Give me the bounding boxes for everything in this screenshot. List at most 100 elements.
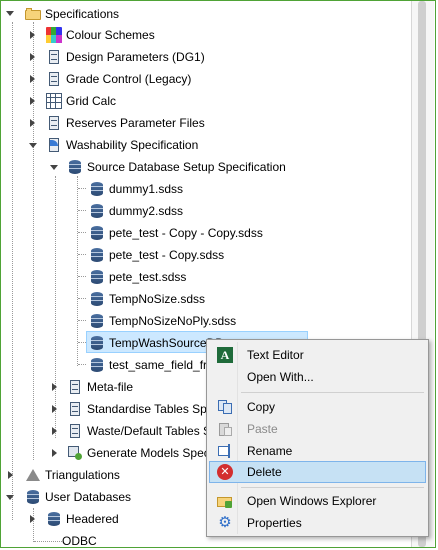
tree-node-label: User Databases <box>45 490 132 504</box>
tree-node-file[interactable]: dummy2.sdss <box>89 200 183 222</box>
menu-item-properties[interactable]: ⚙ Properties <box>209 512 426 534</box>
text-editor-icon: A <box>217 347 233 363</box>
tree-node-grade-control[interactable]: Grade Control (Legacy) <box>46 68 191 90</box>
expand-arrow-icon[interactable] <box>6 11 14 16</box>
tree-node-waste-default-tables[interactable]: Waste/Default Tables S <box>67 420 211 442</box>
tree-node-label: ODBC <box>62 534 97 548</box>
document-icon <box>67 401 83 417</box>
tree-node-label: Headered <box>66 512 119 526</box>
expand-arrow-icon[interactable] <box>30 97 35 105</box>
tree-node-file[interactable]: pete_test - Copy.sdss <box>89 244 224 266</box>
washability-icon <box>46 137 62 153</box>
tree-node-file[interactable]: TempNoSize.sdss <box>89 288 205 310</box>
menu-item-label: Copy <box>247 400 276 414</box>
tree-guide-line <box>77 176 78 366</box>
tree-node-generate-models[interactable]: Generate Models Speci <box>67 442 212 464</box>
menu-item-open-with[interactable]: Open With... <box>209 366 426 388</box>
expand-arrow-icon[interactable] <box>52 405 57 413</box>
tree-guide-line <box>55 176 56 438</box>
menu-item-delete[interactable]: ✕ Delete <box>209 461 426 483</box>
tree-guide-line <box>78 364 86 365</box>
expand-arrow-icon[interactable] <box>8 471 13 479</box>
tree-guide-line <box>33 508 34 542</box>
tree-node-user-databases[interactable]: User Databases <box>25 486 131 508</box>
tree-node-file[interactable]: test_same_field_fra <box>89 354 214 376</box>
menu-item-paste: Paste <box>209 418 426 440</box>
grid-icon <box>46 93 62 109</box>
folder-icon <box>25 6 41 22</box>
colour-palette-icon <box>46 27 62 43</box>
database-icon <box>46 511 62 527</box>
expand-arrow-icon[interactable] <box>30 75 35 83</box>
menu-item-label: Open Windows Explorer <box>247 494 377 508</box>
tree-node-label: Waste/Default Tables S <box>87 424 212 438</box>
tree-node-file[interactable]: pete_test.sdss <box>89 266 186 288</box>
tree-node-label: Generate Models Speci <box>87 446 213 460</box>
tree-node-grid-calc[interactable]: Grid Calc <box>46 90 116 112</box>
expand-arrow-icon[interactable] <box>52 427 57 435</box>
document-icon <box>46 71 62 87</box>
menu-item-label: Open With... <box>247 370 314 384</box>
database-icon <box>67 159 83 175</box>
tree-node-file-selected[interactable]: TempWashSourceDB <box>89 332 223 354</box>
tree-node-triangulations[interactable]: Triangulations <box>25 464 120 486</box>
tree-node-label: pete_test - Copy - Copy.sdss <box>109 226 263 240</box>
menu-separator <box>241 392 424 393</box>
database-icon <box>89 335 105 351</box>
tree-guide-line <box>78 276 86 277</box>
triangle-icon <box>25 467 41 483</box>
document-icon <box>46 115 62 131</box>
tree-node-label: Source Database Setup Specification <box>87 160 286 174</box>
expand-arrow-icon[interactable] <box>29 143 37 148</box>
menu-item-rename[interactable]: Rename <box>209 440 426 462</box>
tree-node-washability-specification[interactable]: Washability Specification <box>46 134 198 156</box>
tree-node-label: dummy1.sdss <box>109 182 184 196</box>
tree-node-meta-file[interactable]: Meta-file <box>67 376 133 398</box>
tree-guide-line <box>78 298 86 299</box>
expand-arrow-icon[interactable] <box>52 449 57 457</box>
menu-item-copy[interactable]: Copy <box>209 396 426 418</box>
paste-icon <box>217 421 233 437</box>
tree-node-label: Grade Control (Legacy) <box>66 72 192 86</box>
tree-node-source-database-setup[interactable]: Source Database Setup Specification <box>67 156 286 178</box>
tree-node-file[interactable]: dummy1.sdss <box>89 178 183 200</box>
tree-guide-line <box>33 22 34 460</box>
tree-node-file[interactable]: pete_test - Copy - Copy.sdss <box>89 222 263 244</box>
tree-node-colour-schemes[interactable]: Colour Schemes <box>46 24 155 46</box>
menu-item-text-editor[interactable]: A Text Editor <box>209 344 426 366</box>
document-icon <box>67 423 83 439</box>
expand-arrow-icon[interactable] <box>30 53 35 61</box>
menu-item-label: Delete <box>247 465 282 479</box>
database-icon <box>89 247 105 263</box>
tree-node-file[interactable]: TempNoSizeNoPly.sdss <box>89 310 236 332</box>
document-icon <box>46 49 62 65</box>
tree-node-reserves-parameter-files[interactable]: Reserves Parameter Files <box>46 112 205 134</box>
database-icon <box>89 181 105 197</box>
menu-item-open-windows-explorer[interactable]: Open Windows Explorer <box>209 490 426 512</box>
tree-node-odbc[interactable]: ODBC <box>62 530 97 550</box>
database-icon <box>89 203 105 219</box>
tree-node-label: Washability Specification <box>66 138 199 152</box>
expand-arrow-icon[interactable] <box>30 515 35 523</box>
menu-separator <box>241 487 424 488</box>
tree-node-headered[interactable]: Headered <box>46 508 119 530</box>
menu-item-label: Text Editor <box>247 348 304 362</box>
tree-node-standardise-tables[interactable]: Standardise Tables Spe <box>67 398 214 420</box>
database-icon <box>89 225 105 241</box>
tree-node-label: Triangulations <box>45 468 120 482</box>
tree-node-design-parameters[interactable]: Design Parameters (DG1) <box>46 46 205 68</box>
database-icon <box>89 313 105 329</box>
expand-arrow-icon[interactable] <box>30 31 35 39</box>
database-icon <box>89 291 105 307</box>
rename-icon <box>217 443 233 459</box>
tree-guide-line <box>12 22 13 520</box>
expand-arrow-icon[interactable] <box>52 383 57 391</box>
expand-arrow-icon[interactable] <box>30 119 35 127</box>
tree-node-specifications[interactable]: Specifications <box>25 3 119 25</box>
expand-arrow-icon[interactable] <box>50 165 58 170</box>
database-icon <box>25 489 41 505</box>
tree-node-label: Colour Schemes <box>66 28 155 42</box>
tree-node-label: Standardise Tables Spe <box>87 402 214 416</box>
expand-arrow-icon[interactable] <box>6 495 14 500</box>
tree-node-label: TempNoSize.sdss <box>109 292 206 306</box>
